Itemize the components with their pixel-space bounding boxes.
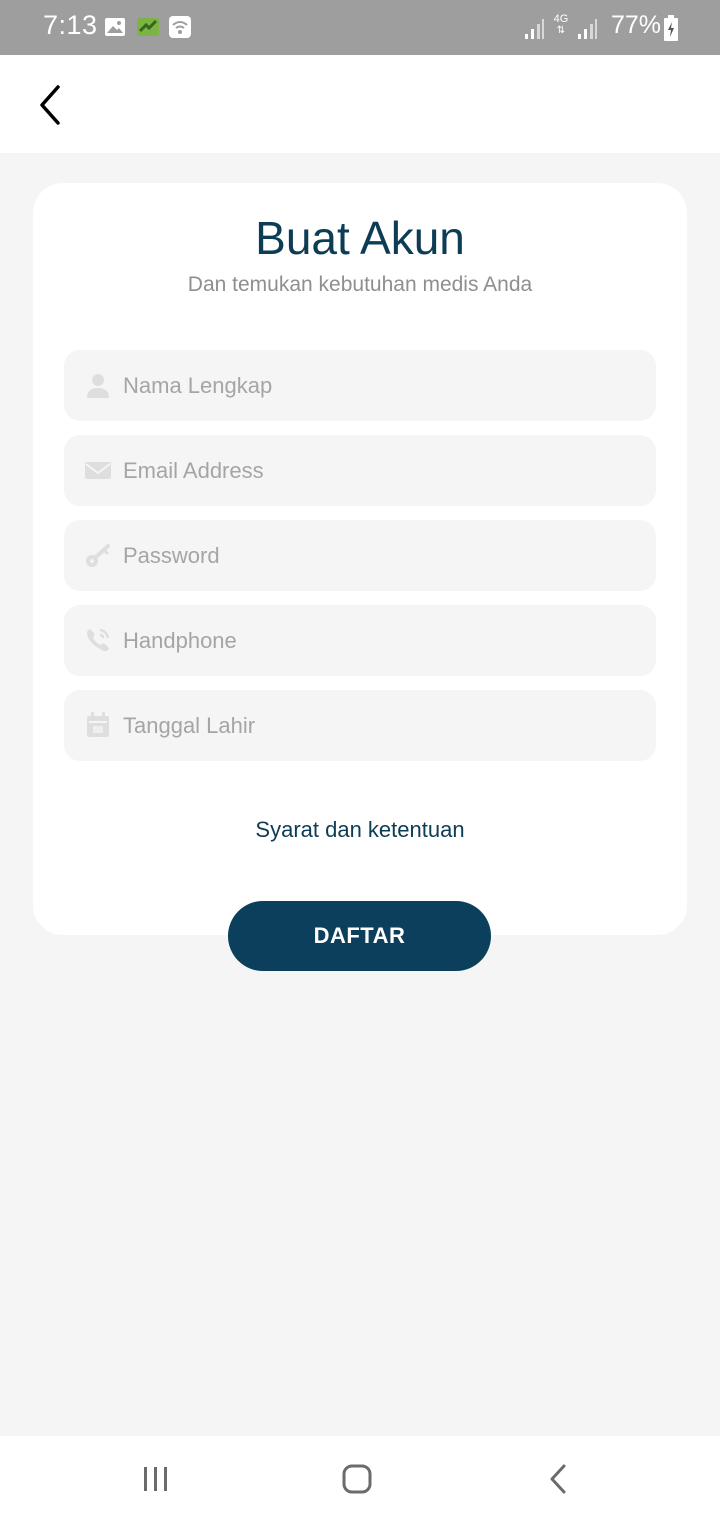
system-nav-bar <box>0 1436 720 1520</box>
register-card: Buat Akun Dan temukan kebutuhan medis An… <box>33 183 687 935</box>
full-name-input[interactable] <box>123 350 633 421</box>
network-label: 4G <box>553 13 569 25</box>
phone-field[interactable] <box>64 605 656 676</box>
password-field[interactable] <box>64 520 656 591</box>
battery-percentage: 77% <box>611 11 662 39</box>
register-button[interactable]: DAFTAR <box>228 901 491 971</box>
password-input[interactable] <box>123 520 633 591</box>
home-icon[interactable] <box>337 1463 377 1495</box>
phone-icon <box>87 628 110 652</box>
back-icon[interactable] <box>539 1463 579 1495</box>
battery-icon <box>664 15 678 41</box>
birthdate-input[interactable] <box>123 690 633 761</box>
key-icon <box>86 544 110 567</box>
signal-icon <box>578 19 597 39</box>
full-name-field[interactable] <box>64 350 656 421</box>
4g-icon: 4G ⇅ <box>553 13 569 37</box>
app-notification-icon <box>137 18 159 36</box>
recent-apps-icon[interactable] <box>136 1463 176 1495</box>
wifi-icon <box>169 16 191 38</box>
email-field[interactable] <box>64 435 656 506</box>
app-bar <box>0 55 720 153</box>
envelope-icon <box>85 462 111 479</box>
page-title: Buat Akun <box>255 212 465 264</box>
person-icon <box>87 374 109 398</box>
gallery-icon <box>105 18 125 36</box>
status-bar: 7:13 4G ⇅ 77% <box>0 0 720 55</box>
birthdate-field[interactable] <box>64 690 656 761</box>
page-subtitle: Dan temukan kebutuhan medis Anda <box>187 273 533 296</box>
email-input[interactable] <box>123 435 633 506</box>
calendar-icon <box>87 712 109 737</box>
signal-icon <box>525 19 544 39</box>
back-button[interactable] <box>28 81 72 129</box>
status-time: 7:13 <box>43 10 98 40</box>
terms-link[interactable]: Syarat dan ketentuan <box>33 817 687 843</box>
phone-input[interactable] <box>123 605 633 676</box>
chevron-left-icon <box>40 85 60 125</box>
